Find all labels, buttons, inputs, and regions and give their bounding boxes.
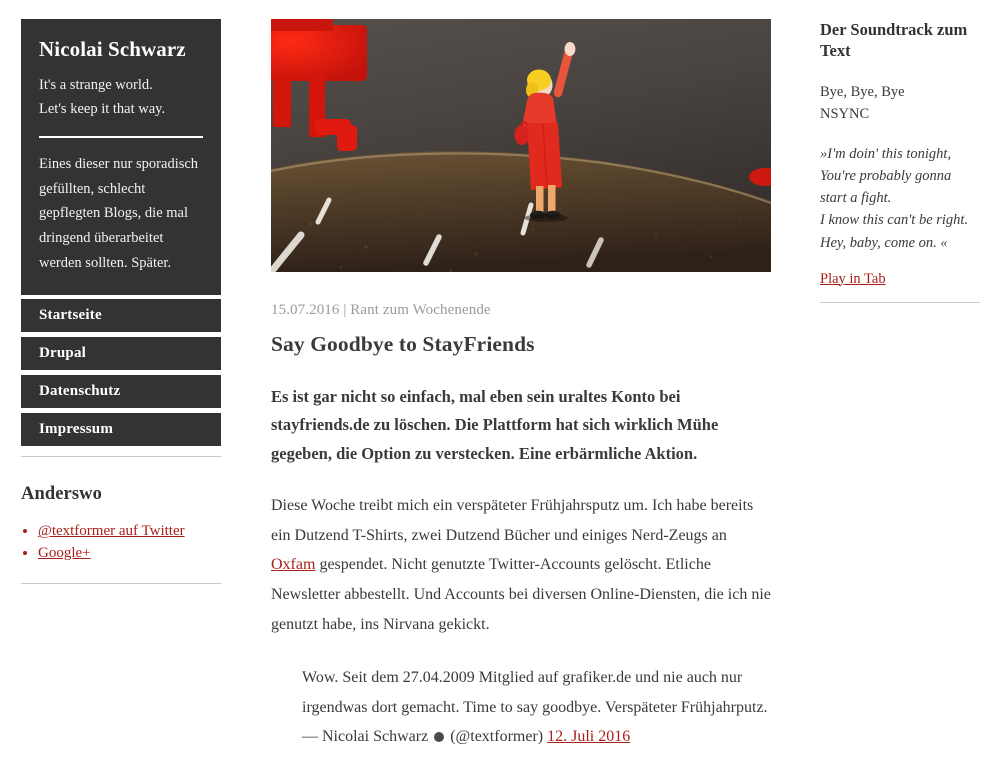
elsewhere-heading: Anderswo <box>21 484 102 505</box>
tweet-handle: (@textformer) <box>450 728 544 746</box>
navigation-divider <box>21 456 221 458</box>
tweet-date-link[interactable]: 12. Juli 2016 <box>547 728 630 745</box>
post-hero-image <box>271 19 771 272</box>
post-meta: 15.07.2016 | Rant zum Wochenende <box>271 302 491 318</box>
sidebar-item-impressum[interactable]: Impressum <box>21 413 221 447</box>
elsewhere-divider <box>21 582 221 584</box>
nav-link-startseite[interactable]: Startseite <box>39 307 221 324</box>
sidebar-item-drupal[interactable]: Drupal <box>21 337 221 371</box>
hero-photo-illustration <box>271 19 771 272</box>
lyrics-line-1: »I'm doin' this tonight, <box>820 146 952 163</box>
elsewhere-link-list: @textformer auf Twitter Google+ <box>21 521 221 565</box>
tweet-blockquote: Wow. Seit dem 27.04.2009 Mitglied auf gr… <box>271 663 771 752</box>
tweet-attribution: — Nicolai Schwarz (@textformer) 12. Juli… <box>302 722 771 752</box>
brand-panel: Nicolai Schwarz It's a strange world. Le… <box>21 19 221 296</box>
page-title: Say Goodbye to StayFriends <box>271 332 535 356</box>
site-description: Eines dieser nur sporadisch gefüllten, s… <box>39 156 199 271</box>
nav-link-drupal[interactable]: Drupal <box>39 345 221 362</box>
post-lead: Es ist gar nicht so einfach, mal eben se… <box>271 387 719 463</box>
em-dash: — <box>302 728 318 746</box>
lyrics-line-3: start a fight. <box>820 190 892 207</box>
post-paragraph: Diese Woche treibt mich ein verspäteter … <box>271 491 771 639</box>
post-paragraph-text-before: Diese Woche treibt mich ein verspäteter … <box>271 497 754 544</box>
main-navigation: Startseite Drupal Datenschutz Impressum <box>21 299 221 447</box>
play-in-tab-link[interactable]: Play in Tab <box>820 271 886 288</box>
soundtrack-divider <box>820 301 980 303</box>
site-tagline-line-2: Let's keep it that way. <box>39 100 166 117</box>
site-title: Nicolai Schwarz <box>39 37 186 61</box>
brand-divider <box>39 136 203 139</box>
link-twitter[interactable]: @textformer auf Twitter <box>38 523 185 539</box>
nav-link-impressum[interactable]: Impressum <box>39 421 221 438</box>
lyrics-line-2: You're probably gonna <box>820 168 952 185</box>
list-item[interactable]: Google+ <box>38 543 221 565</box>
emoji-glyph-icon <box>434 732 445 743</box>
song-title: Bye, Bye, Bye <box>820 83 905 100</box>
sidebar-item-datenschutz[interactable]: Datenschutz <box>21 375 221 409</box>
sidebar-item-startseite[interactable]: Startseite <box>21 299 221 333</box>
main-content: 15.07.2016 | Rant zum Wochenende Say Goo… <box>271 19 771 752</box>
site-tagline-line-1: It's a strange world. <box>39 77 153 94</box>
tweet-author: Nicolai Schwarz <box>322 728 429 746</box>
link-oxfam[interactable]: Oxfam <box>271 556 315 573</box>
page-root: Nicolai Schwarz It's a strange world. Le… <box>0 0 1000 780</box>
post-paragraph-text-after: gespendet. Nicht genutzte Twitter-Accoun… <box>271 556 771 633</box>
lyrics-line-5: Hey, baby, come on. « <box>820 234 948 251</box>
soundtrack-heading: Der Soundtrack zum Text <box>820 20 968 61</box>
tweet-text: Wow. Seit dem 27.04.2009 Mitglied auf gr… <box>302 669 768 716</box>
nav-link-datenschutz[interactable]: Datenschutz <box>39 383 221 400</box>
right-sidebar: Der Soundtrack zum Text Bye, Bye, Bye NS… <box>820 19 982 303</box>
link-googleplus[interactable]: Google+ <box>38 545 91 561</box>
list-item[interactable]: @textformer auf Twitter <box>38 521 221 543</box>
soundtrack-track-info: Bye, Bye, Bye NSYNC <box>820 82 982 126</box>
soundtrack-lyrics: »I'm doin' this tonight, You're probably… <box>820 143 982 253</box>
lyrics-line-4: I know this can't be right. <box>820 212 969 229</box>
left-sidebar: Nicolai Schwarz It's a strange world. Le… <box>21 19 221 584</box>
song-artist: NSYNC <box>820 105 870 122</box>
